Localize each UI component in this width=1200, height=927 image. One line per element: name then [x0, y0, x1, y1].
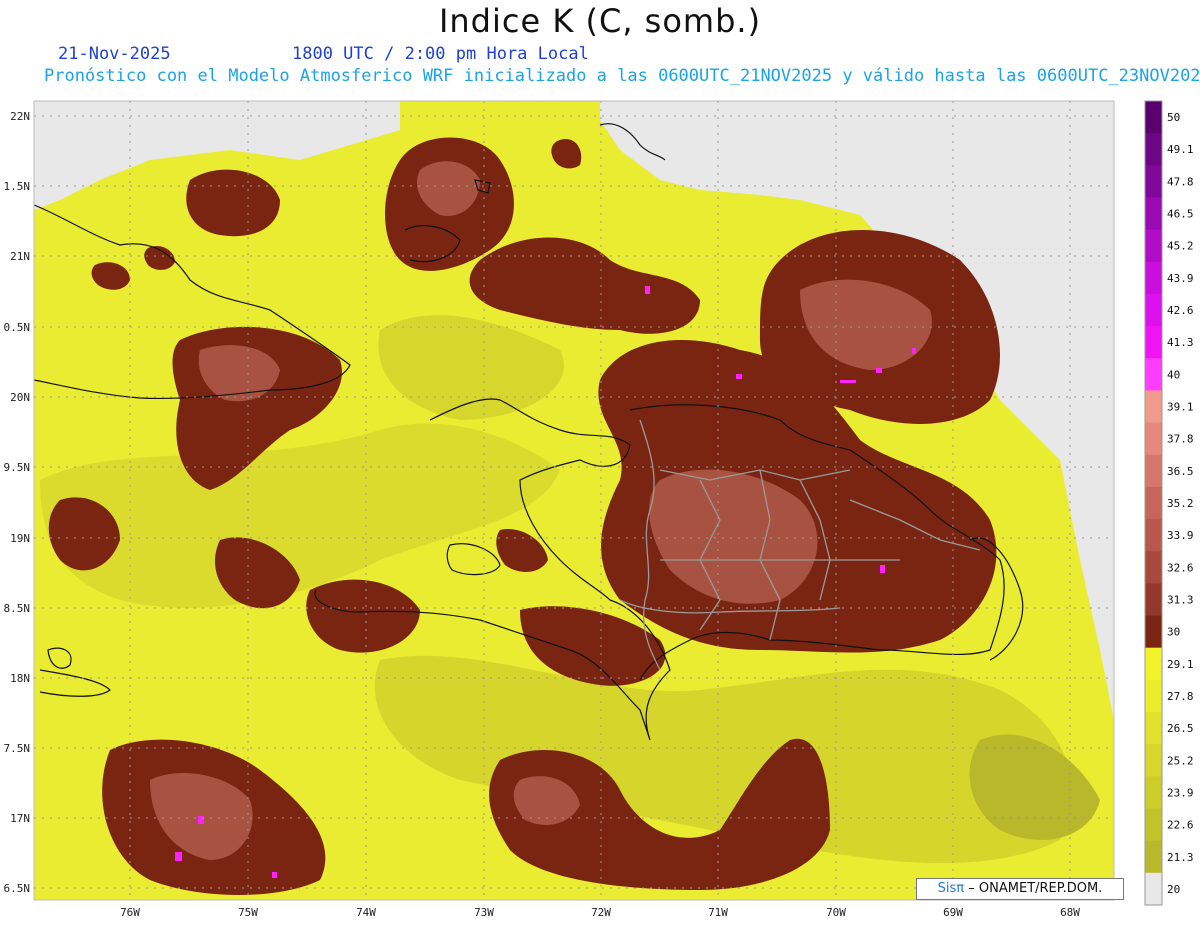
colorbar-label: 31.3 — [1167, 594, 1194, 607]
lat-label: 9.5N — [4, 461, 31, 474]
colorbar: 50 49.1 47.8 46.5 45.2 43.9 42.6 41.3 40 39.1 37.8… — [1144, 100, 1194, 906]
map-canvas: 22N 1.5N 21N 0.5N 20N 9.5N 19N 8.5N 18N … — [4, 100, 1194, 919]
lat-label: 6.5N — [4, 882, 31, 895]
colorbar-label: 42.6 — [1167, 304, 1194, 317]
credit-org: – ONAMET/REP.DOM. — [968, 881, 1103, 896]
lat-label: 8.5N — [4, 602, 31, 615]
colorbar-label: 50 — [1167, 111, 1180, 124]
latitude-labels: 22N 1.5N 21N 0.5N 20N 9.5N 19N 8.5N 18N … — [4, 110, 31, 895]
colorbar-label: 20 — [1167, 883, 1180, 896]
colorbar-swatch — [1145, 712, 1162, 745]
colorbar-label: 37.8 — [1167, 433, 1194, 446]
colorbar-label: 35.2 — [1167, 497, 1194, 510]
colorbar-label: 32.6 — [1167, 561, 1194, 574]
colorbar-label: 30 — [1167, 626, 1180, 639]
colorbar-label: 39.1 — [1167, 401, 1194, 414]
colorbar-label: 27.8 — [1167, 690, 1194, 703]
lat-label: 19N — [10, 532, 30, 545]
colorbar-swatch — [1145, 872, 1162, 906]
lat-label: 1.5N — [4, 180, 31, 193]
colorbar-label: 49.1 — [1167, 143, 1194, 156]
colorbar-swatch — [1145, 808, 1162, 842]
colorbar-label: 26.5 — [1167, 722, 1194, 735]
colorbar-swatch — [1145, 133, 1162, 166]
lat-label: 22N — [10, 110, 30, 123]
colorbar-swatch — [1145, 229, 1162, 263]
colorbar-label: 47.8 — [1167, 175, 1194, 188]
spot-7 — [175, 852, 182, 861]
colorbar-label: 23.9 — [1167, 786, 1194, 799]
colorbar-label: 25.2 — [1167, 754, 1194, 767]
colorbar-label: 21.3 — [1167, 851, 1194, 864]
colorbar-label: 33.9 — [1167, 529, 1194, 542]
colorbar-swatch — [1145, 679, 1162, 713]
spot-8 — [272, 872, 277, 878]
colorbar-swatch — [1145, 326, 1162, 359]
spot-6 — [198, 816, 204, 824]
lat-label: 21N — [10, 250, 30, 263]
colorbar-swatch — [1145, 101, 1162, 134]
lon-label: 71W — [708, 906, 728, 919]
lat-label: 18N — [10, 672, 30, 685]
map-field — [34, 101, 1114, 900]
lon-label: 68W — [1060, 906, 1080, 919]
colorbar-swatch — [1145, 165, 1162, 198]
colorbar-swatch — [1145, 197, 1162, 231]
colorbar-label: 29.1 — [1167, 658, 1194, 671]
colorbar-swatch — [1145, 840, 1162, 874]
credit-box: Sisπ – ONAMET/REP.DOM. — [916, 878, 1124, 900]
spot-1 — [645, 286, 650, 294]
lat-label: 0.5N — [4, 321, 31, 334]
credit-brand: Sisπ — [937, 881, 965, 896]
colorbar-swatch — [1145, 358, 1162, 391]
colorbar-swatch — [1145, 583, 1162, 617]
colorbar-label: 45.2 — [1167, 240, 1194, 253]
colorbar-swatch — [1145, 261, 1162, 295]
colorbar-label: 41.3 — [1167, 336, 1194, 349]
spot-2 — [736, 374, 742, 379]
colorbar-swatch — [1145, 486, 1162, 520]
lon-label: 69W — [943, 906, 963, 919]
lat-label: 20N — [10, 391, 30, 404]
colorbar-label: 36.5 — [1167, 465, 1194, 478]
lon-label: 72W — [591, 906, 611, 919]
colorbar-label: 40 — [1167, 368, 1180, 381]
lat-label: 17N — [10, 812, 30, 825]
spot-9 — [912, 348, 916, 354]
spot-4 — [876, 368, 882, 373]
spot-5 — [880, 565, 885, 573]
colorbar-label: 43.9 — [1167, 272, 1194, 285]
colorbar-label: 22.6 — [1167, 819, 1194, 832]
colorbar-swatch — [1145, 390, 1162, 424]
longitude-labels: 76W 75W 74W 73W 72W 71W 70W 69W 68W — [120, 906, 1080, 919]
colorbar-swatch — [1145, 551, 1162, 584]
lon-label: 73W — [474, 906, 494, 919]
lon-label: 76W — [120, 906, 140, 919]
colorbar-swatch — [1145, 519, 1162, 552]
lat-label: 7.5N — [4, 742, 31, 755]
colorbar-swatch — [1145, 422, 1162, 456]
lon-label: 75W — [238, 906, 258, 919]
colorbar-label: 46.5 — [1167, 208, 1194, 221]
spot-3 — [840, 380, 856, 383]
colorbar-swatch — [1145, 454, 1162, 488]
colorbar-swatch — [1145, 615, 1162, 649]
colorbar-swatch — [1145, 744, 1162, 777]
lon-label: 74W — [356, 906, 376, 919]
colorbar-swatch — [1145, 647, 1162, 681]
lon-label: 70W — [826, 906, 846, 919]
colorbar-swatch — [1145, 776, 1162, 810]
colorbar-swatch — [1145, 294, 1162, 327]
